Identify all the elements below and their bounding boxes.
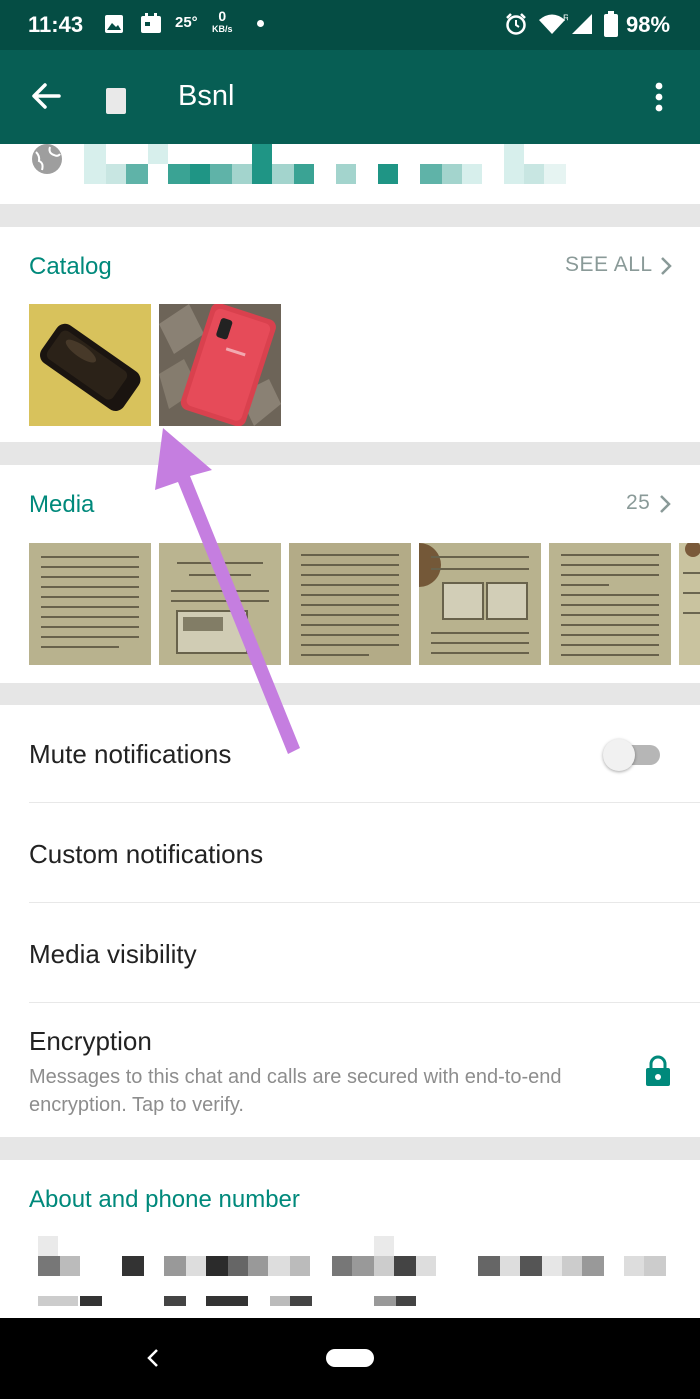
divider <box>29 802 700 803</box>
wifi-icon: R <box>539 13 568 34</box>
media-thumb[interactable] <box>419 543 541 665</box>
media-thumb[interactable] <box>549 543 671 665</box>
more-vertical-icon[interactable] <box>652 82 666 114</box>
about-section: About and phone number <box>0 1160 700 1318</box>
media-title: Media <box>29 491 95 518</box>
divider <box>29 1002 700 1003</box>
catalog-see-all[interactable]: SEE ALL <box>565 253 672 277</box>
media-thumb[interactable] <box>679 543 700 665</box>
lock-icon <box>646 1055 670 1086</box>
signal-icon <box>572 14 592 34</box>
custom-notifications-label: Custom notifications <box>29 839 264 869</box>
media-count-link[interactable]: 25 <box>626 491 671 515</box>
nav-home-button[interactable] <box>326 1349 374 1367</box>
image-icon <box>105 15 123 33</box>
battery-icon <box>604 11 618 37</box>
status-time: 11:43 <box>28 12 84 37</box>
media-thumb[interactable] <box>29 543 151 665</box>
svg-text:R: R <box>563 13 568 23</box>
divider <box>29 902 700 903</box>
media-thumb[interactable] <box>289 543 411 665</box>
catalog-section: Catalog SEE ALL <box>0 227 700 442</box>
media-thumb[interactable] <box>159 543 281 665</box>
alarm-icon <box>506 13 526 35</box>
settings-section: Mute notifications Custom notifications … <box>0 705 700 1137</box>
chevron-right-icon <box>660 495 671 513</box>
status-network-speed: 0 KB/s <box>212 8 233 34</box>
about-title: About and phone number <box>29 1186 300 1213</box>
media-visibility-label: Media visibility <box>29 939 197 969</box>
encryption-label: Encryption <box>29 1026 152 1056</box>
nav-back-icon[interactable] <box>146 1348 160 1368</box>
website-row[interactable] <box>0 144 700 204</box>
avatar[interactable] <box>106 88 126 114</box>
calendar-icon <box>141 13 161 33</box>
status-bar: 11:43 25° 0 KB/s R 98% <box>0 0 700 50</box>
catalog-item-red-phone[interactable] <box>159 304 281 426</box>
status-temperature: 25° <box>175 14 198 31</box>
battery-percent: 98% <box>626 12 671 37</box>
back-arrow-icon[interactable] <box>30 80 62 112</box>
mute-notifications-label: Mute notifications <box>29 739 232 769</box>
app-bar: Bsnl <box>0 50 700 144</box>
globe-icon <box>32 144 62 174</box>
navigation-bar <box>0 1318 700 1399</box>
catalog-item-black-phone[interactable] <box>29 304 151 426</box>
notification-dot <box>257 20 264 27</box>
catalog-title: Catalog <box>29 253 112 280</box>
media-section: Media 25 <box>0 465 700 683</box>
chevron-right-icon <box>661 257 672 275</box>
encryption-description: Messages to this chat and calls are secu… <box>29 1066 562 1116</box>
chat-title[interactable]: Bsnl <box>178 80 234 113</box>
